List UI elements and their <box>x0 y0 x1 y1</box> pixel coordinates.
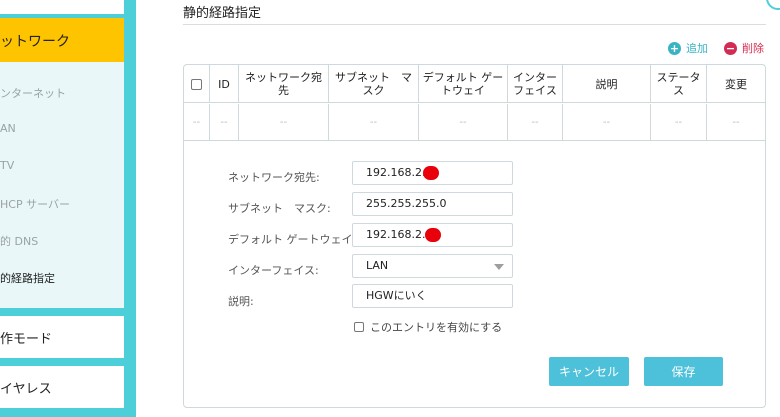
description-label: 説明: <box>228 295 254 308</box>
sidebar-item-operation-mode[interactable]: 作モード <box>0 316 124 358</box>
table-cell: -- <box>329 104 419 141</box>
add-button-label: 追加 <box>686 42 708 55</box>
sidebar-item-wireless-label: イヤレス <box>0 382 52 397</box>
subnet-mask-field[interactable]: 255.255.255.0 <box>352 192 513 216</box>
enable-entry-label: このエントリを有効にする <box>370 321 503 334</box>
delete-button-label: 削除 <box>742 42 764 55</box>
subnet-mask-value: 255.255.255.0 <box>366 197 447 210</box>
sidebar-subitem-dhcp-server[interactable]: HCP サーバー <box>0 196 70 216</box>
plus-circle-icon: + <box>668 41 681 55</box>
select-all-checkbox[interactable] <box>191 78 202 90</box>
destination-label: ネットワーク宛先: <box>228 171 320 184</box>
chevron-down-icon <box>494 264 504 270</box>
header-default-gateway: デフォルト ゲートウェイ <box>419 65 508 103</box>
enable-entry-checkbox[interactable] <box>354 322 364 332</box>
header-subnet-mask: サブネット マスク <box>329 65 419 103</box>
sidebar-item-network[interactable]: ットワーク <box>0 18 124 62</box>
header-destination: ネットワーク宛先 <box>239 65 329 103</box>
sidebar-subitem-iptv[interactable]: TV <box>0 159 14 179</box>
header-interface: インターフェイス <box>508 65 563 103</box>
destination-value: 192.168.2. <box>366 166 426 179</box>
sidebar-item-operation-mode-label: 作モード <box>0 332 53 347</box>
sidebar-subitem-lan[interactable]: AN <box>0 122 16 142</box>
subnet-mask-label: サブネット マスク: <box>228 202 331 215</box>
sidebar: ットワーク ンターネット AN TV HCP サーバー 的 DNS 的経路指定 … <box>0 0 136 417</box>
table-cell: -- <box>732 117 740 128</box>
header-modify: 変更 <box>725 77 747 91</box>
table-cell: -- <box>651 104 707 141</box>
cancel-button[interactable]: キャンセル <box>549 357 629 386</box>
header-description: 説明 <box>563 65 651 103</box>
title-divider <box>183 24 766 25</box>
interface-value: LAN <box>366 259 389 272</box>
description-field[interactable]: HGWにいく <box>352 284 513 308</box>
gateway-value: 192.168.2. <box>366 228 426 241</box>
page-title: 静的経路指定 <box>183 6 262 21</box>
enable-entry-row[interactable]: このエントリを有効にする <box>354 319 502 335</box>
header-id: ID <box>210 65 239 103</box>
table-cell: -- <box>508 104 563 141</box>
description-value: HGWにいく <box>366 289 427 302</box>
sidebar-subitem-static-routing[interactable]: 的経路指定 <box>0 270 55 290</box>
table-cell: -- <box>210 104 239 141</box>
sidebar-item-wireless[interactable]: イヤレス <box>0 366 124 408</box>
help-ring-icon[interactable] <box>766 0 780 10</box>
sidebar-submenu: ンターネット AN TV HCP サーバー 的 DNS 的経路指定 <box>0 62 124 308</box>
table-cell: -- <box>563 104 651 141</box>
add-button[interactable]: + 追加 <box>668 40 708 56</box>
interface-label: インターフェイス: <box>228 264 319 277</box>
sidebar-item-network-label: ットワーク <box>0 34 70 50</box>
table-header: ID ネットワーク宛先 サブネット マスク デフォルト ゲートウェイ インターフ… <box>184 65 765 103</box>
table-cell: -- <box>419 104 508 141</box>
header-status: ステータス <box>651 65 707 103</box>
gateway-label: デフォルト ゲートウェイ: <box>228 233 357 246</box>
interface-select[interactable]: LAN <box>352 254 513 278</box>
redaction-mark <box>425 228 441 242</box>
table-row: -- -- -- -- -- -- -- -- -- <box>184 104 765 141</box>
sidebar-subitem-dynamic-dns[interactable]: 的 DNS <box>0 233 38 253</box>
header-select-all <box>184 65 210 103</box>
table-cell: -- <box>239 104 329 141</box>
table-cell: -- <box>184 104 210 141</box>
sidebar-top-panel <box>0 0 124 14</box>
minus-circle-icon: − <box>724 41 737 55</box>
delete-button[interactable]: − 削除 <box>724 40 764 56</box>
save-button[interactable]: 保存 <box>644 357 723 386</box>
redaction-mark <box>423 166 439 180</box>
sidebar-subitem-internet[interactable]: ンターネット <box>0 85 66 105</box>
